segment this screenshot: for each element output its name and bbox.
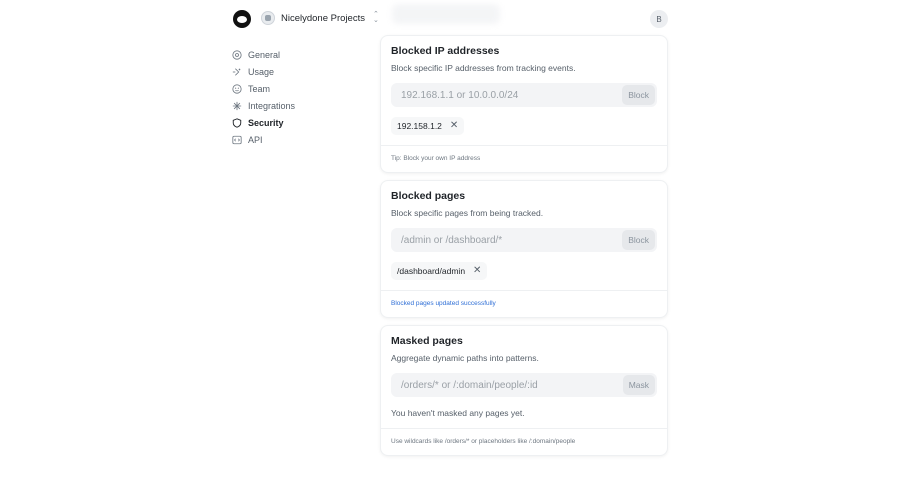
success-message: Blocked pages updated successfully	[381, 290, 667, 317]
mask-input[interactable]	[391, 379, 611, 391]
sidebar-item-usage[interactable]: Usage	[232, 63, 362, 80]
sidebar-item-integrations[interactable]: Integrations	[232, 97, 362, 114]
card-description: Aggregate dynamic paths into patterns.	[391, 353, 539, 363]
user-avatar[interactable]: B	[650, 10, 668, 28]
card-description: Block specific pages from being tracked.	[391, 208, 544, 218]
project-switcher[interactable]: Nicelydone Projects ⌃ ⌄	[261, 11, 379, 25]
api-icon	[232, 135, 242, 145]
sidebar-item-label: Integrations	[248, 100, 296, 111]
sidebar-item-general[interactable]: General	[232, 46, 362, 63]
sidebar-item-security[interactable]: Security	[232, 114, 362, 131]
ip-input-row: Block	[391, 83, 657, 107]
sidebar-item-label: Team	[248, 83, 271, 94]
card-title: Masked pages	[391, 335, 463, 347]
sidebar-item-label: General	[248, 49, 281, 60]
blocked-page-chip: /dashboard/admin ✕	[391, 262, 488, 280]
project-name: Nicelydone Projects	[281, 12, 365, 24]
block-ip-button[interactable]: Block	[622, 85, 655, 105]
project-avatar-icon	[261, 11, 275, 25]
settings-sidebar: General Usage Team Integrations Security…	[232, 46, 362, 148]
gear-icon	[232, 49, 242, 60]
team-icon	[232, 83, 242, 94]
card-footer: Use wildcards like /orders/* or placehol…	[381, 428, 667, 455]
integrations-icon	[232, 101, 242, 111]
card-description: Block specific IP addresses from trackin…	[391, 63, 576, 73]
mask-input-row: Mask	[391, 373, 657, 397]
blocked-ip-chip: 192.158.1.2 ✕	[391, 117, 465, 135]
sidebar-item-api[interactable]: API	[232, 131, 362, 148]
empty-state-text: You haven't masked any pages yet.	[391, 408, 525, 418]
sidebar-item-label: API	[248, 134, 263, 145]
chip-label: /dashboard/admin	[397, 266, 466, 276]
block-page-button[interactable]: Block	[622, 230, 655, 250]
blurred-header-region	[392, 4, 500, 24]
page-input[interactable]	[391, 234, 611, 246]
remove-icon[interactable]: ✕	[473, 266, 481, 276]
card-title: Blocked IP addresses	[391, 45, 500, 57]
app-logo[interactable]	[233, 10, 251, 28]
chip-label: 192.158.1.2	[397, 121, 442, 131]
chevron-updown-icon: ⌃ ⌄	[372, 11, 379, 24]
sidebar-item-label: Usage	[248, 66, 275, 77]
card-title: Blocked pages	[391, 190, 466, 202]
remove-icon[interactable]: ✕	[450, 121, 458, 131]
mask-button[interactable]: Mask	[622, 375, 655, 395]
card-footer: Tip: Block your own IP address	[381, 145, 667, 172]
page-input-row: Block	[391, 228, 657, 252]
usage-icon	[232, 67, 242, 77]
blocked-pages-card: Blocked pages Block specific pages from …	[380, 180, 668, 318]
ip-input[interactable]	[391, 89, 611, 101]
sidebar-item-label: Security	[248, 117, 284, 128]
blocked-ip-card: Blocked IP addresses Block specific IP a…	[380, 35, 668, 173]
sidebar-item-team[interactable]: Team	[232, 80, 362, 97]
masked-pages-card: Masked pages Aggregate dynamic paths int…	[380, 325, 668, 456]
shield-icon	[232, 117, 242, 128]
